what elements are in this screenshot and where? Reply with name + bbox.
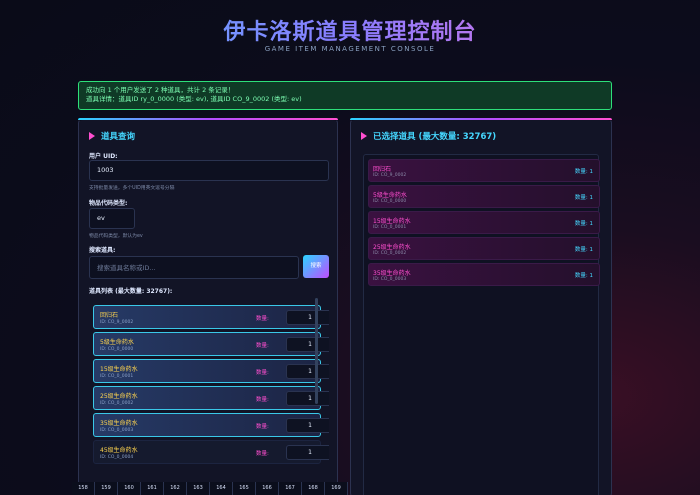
page-title: 伊卡洛斯道具管理控制台 [0, 14, 700, 46]
selected-item-qty: 数量: 1 [574, 221, 593, 227]
item-id: ID: CO_9_0002 [100, 320, 134, 325]
qty-label: 数量: [256, 370, 269, 376]
selected-item-id: ID: CO_0_0003 [373, 277, 407, 282]
qty-label: 数量: [256, 316, 269, 322]
page-button[interactable]: 165 [233, 482, 256, 495]
search-input[interactable] [89, 256, 299, 279]
item-query-title: 道具查询 [101, 132, 136, 142]
item-id: ID: CO_0_0000 [100, 347, 134, 352]
list-item[interactable]: 回归石 ID: CO_9_0002 数量: 1 [93, 305, 329, 329]
list-item[interactable]: 15级生命药水 ID: CO_0_0001 数量: 1 [93, 359, 329, 383]
selected-item-id: ID: CO_0_0002 [373, 251, 407, 256]
qty-label: 数量: [256, 424, 269, 430]
selected-item-name: 5级生命药水 [373, 192, 407, 199]
selected-items-list: 回归石 ID: CO_9_0002 数量: 1 5级生命药水 ID: CO_0_… [363, 154, 600, 495]
selected-item-qty: 数量: 1 [574, 169, 593, 175]
item-list[interactable]: 回归石 ID: CO_9_0002 数量: 1 5级生命药水 ID: CO_0_… [89, 297, 329, 473]
qty-input[interactable]: 1 [286, 310, 329, 325]
page-button[interactable]: 167 [279, 482, 302, 495]
page-button[interactable]: 169 [325, 482, 348, 495]
list-item[interactable]: 45级生命药水 ID: CO_0_0004 数量: 1 [93, 440, 329, 464]
qty-input[interactable]: 1 [286, 337, 329, 352]
selected-item-name: 35级生命药水 [373, 270, 411, 277]
item-name: 15级生命药水 [100, 366, 138, 373]
page-button[interactable]: 159 [95, 482, 118, 495]
pagination: 158 159 160 161 162 163 164 165 166 167 … [72, 482, 348, 495]
selected-item[interactable]: 回归石 ID: CO_9_0002 数量: 1 [368, 159, 600, 182]
qty-input[interactable]: 1 [286, 391, 329, 406]
uid-label: 用户 UID: [89, 153, 118, 160]
qty-label: 数量: [256, 451, 269, 457]
item-type-input[interactable]: ev [89, 208, 135, 229]
item-name: 5级生命药水 [100, 339, 134, 346]
notice-line-1: 成功向 1 个用户发送了 2 种道具，共计 2 条记录！ [86, 86, 235, 94]
item-name: 25级生命药水 [100, 393, 138, 400]
page-button[interactable]: 166 [256, 482, 279, 495]
selected-item-name: 25级生命药水 [373, 244, 411, 251]
triangle-marker-icon [89, 132, 95, 140]
uid-hint: 支持批量发送，多个UID用英文逗号分隔 [89, 186, 175, 191]
selected-item-id: ID: CO_0_0001 [373, 225, 407, 230]
page-button[interactable]: 168 [302, 482, 325, 495]
page-button[interactable]: 163 [187, 482, 210, 495]
selected-items-title: 已选择道具 (最大数量: 32767) [373, 132, 497, 142]
page-button[interactable]: 161 [141, 482, 164, 495]
selected-item-id: ID: CO_9_0002 [373, 173, 407, 178]
page-button[interactable]: 164 [210, 482, 233, 495]
success-notice: 成功向 1 个用户发送了 2 种道具，共计 2 条记录！ 道具详情：道具ID r… [78, 81, 612, 110]
qty-label: 数量: [256, 397, 269, 403]
page-button[interactable]: 160 [118, 482, 141, 495]
qty-input[interactable]: 1 [286, 364, 329, 379]
triangle-marker-icon [361, 132, 367, 140]
item-id: ID: CO_0_0002 [100, 401, 134, 406]
selected-items-header: 已选择道具 (最大数量: 32767) [361, 130, 496, 142]
list-item[interactable]: 5级生命药水 ID: CO_0_0000 数量: 1 [93, 332, 329, 356]
selected-item-qty: 数量: 1 [574, 247, 593, 253]
uid-input[interactable]: 1003 [89, 160, 329, 181]
item-name: 回归石 [100, 312, 119, 319]
qty-input[interactable]: 1 [286, 418, 329, 433]
search-button[interactable]: 搜索 [303, 255, 329, 278]
selected-item[interactable]: 5级生命药水 ID: CO_0_0000 数量: 1 [368, 185, 600, 208]
selected-item-qty: 数量: 1 [574, 273, 593, 279]
item-name: 45级生命药水 [100, 447, 138, 454]
qty-label: 数量: [256, 343, 269, 349]
item-id: ID: CO_0_0004 [100, 455, 134, 460]
search-label: 搜索道具: [89, 247, 116, 254]
item-list-label: 道具列表 (最大数量: 32767): [89, 288, 173, 295]
page-button[interactable]: 158 [72, 482, 95, 495]
selected-item[interactable]: 15级生命药水 ID: CO_0_0001 数量: 1 [368, 211, 600, 234]
item-id: ID: CO_0_0001 [100, 374, 134, 379]
selected-item-qty: 数量: 1 [574, 195, 593, 201]
selected-item[interactable]: 25级生命药水 ID: CO_0_0002 数量: 1 [368, 237, 600, 260]
item-type-hint: 物品代码类型，默认为ev [89, 234, 143, 239]
list-item[interactable]: 35级生命药水 ID: CO_0_0003 数量: 1 [93, 413, 329, 437]
item-id: ID: CO_0_0003 [100, 428, 134, 433]
item-list-scrollbar[interactable] [315, 298, 318, 404]
selected-item-name: 15级生命药水 [373, 218, 411, 225]
selected-item-name: 回归石 [373, 166, 392, 173]
page-subtitle: GAME ITEM MANAGEMENT CONSOLE [264, 45, 436, 53]
item-type-label: 物品代码类型: [89, 200, 128, 207]
item-query-header: 道具查询 [89, 130, 135, 142]
selected-item-id: ID: CO_0_0000 [373, 199, 407, 204]
list-item[interactable]: 25级生命药水 ID: CO_0_0002 数量: 1 [93, 386, 329, 410]
selected-item[interactable]: 35级生命药水 ID: CO_0_0003 数量: 1 [368, 263, 600, 286]
selected-items-panel: 已选择道具 (最大数量: 32767) 回归石 ID: CO_9_0002 数量… [350, 118, 612, 495]
item-query-panel: 道具查询 用户 UID: 1003 支持批量发送，多个UID用英文逗号分隔 物品… [78, 118, 338, 495]
notice-line-2: 道具详情：道具ID ry_0_0000 (类型: ev), 道具ID CO_9_… [86, 95, 302, 103]
qty-input[interactable]: 1 [286, 445, 329, 460]
item-name: 35级生命药水 [100, 420, 138, 427]
page-button[interactable]: 162 [164, 482, 187, 495]
